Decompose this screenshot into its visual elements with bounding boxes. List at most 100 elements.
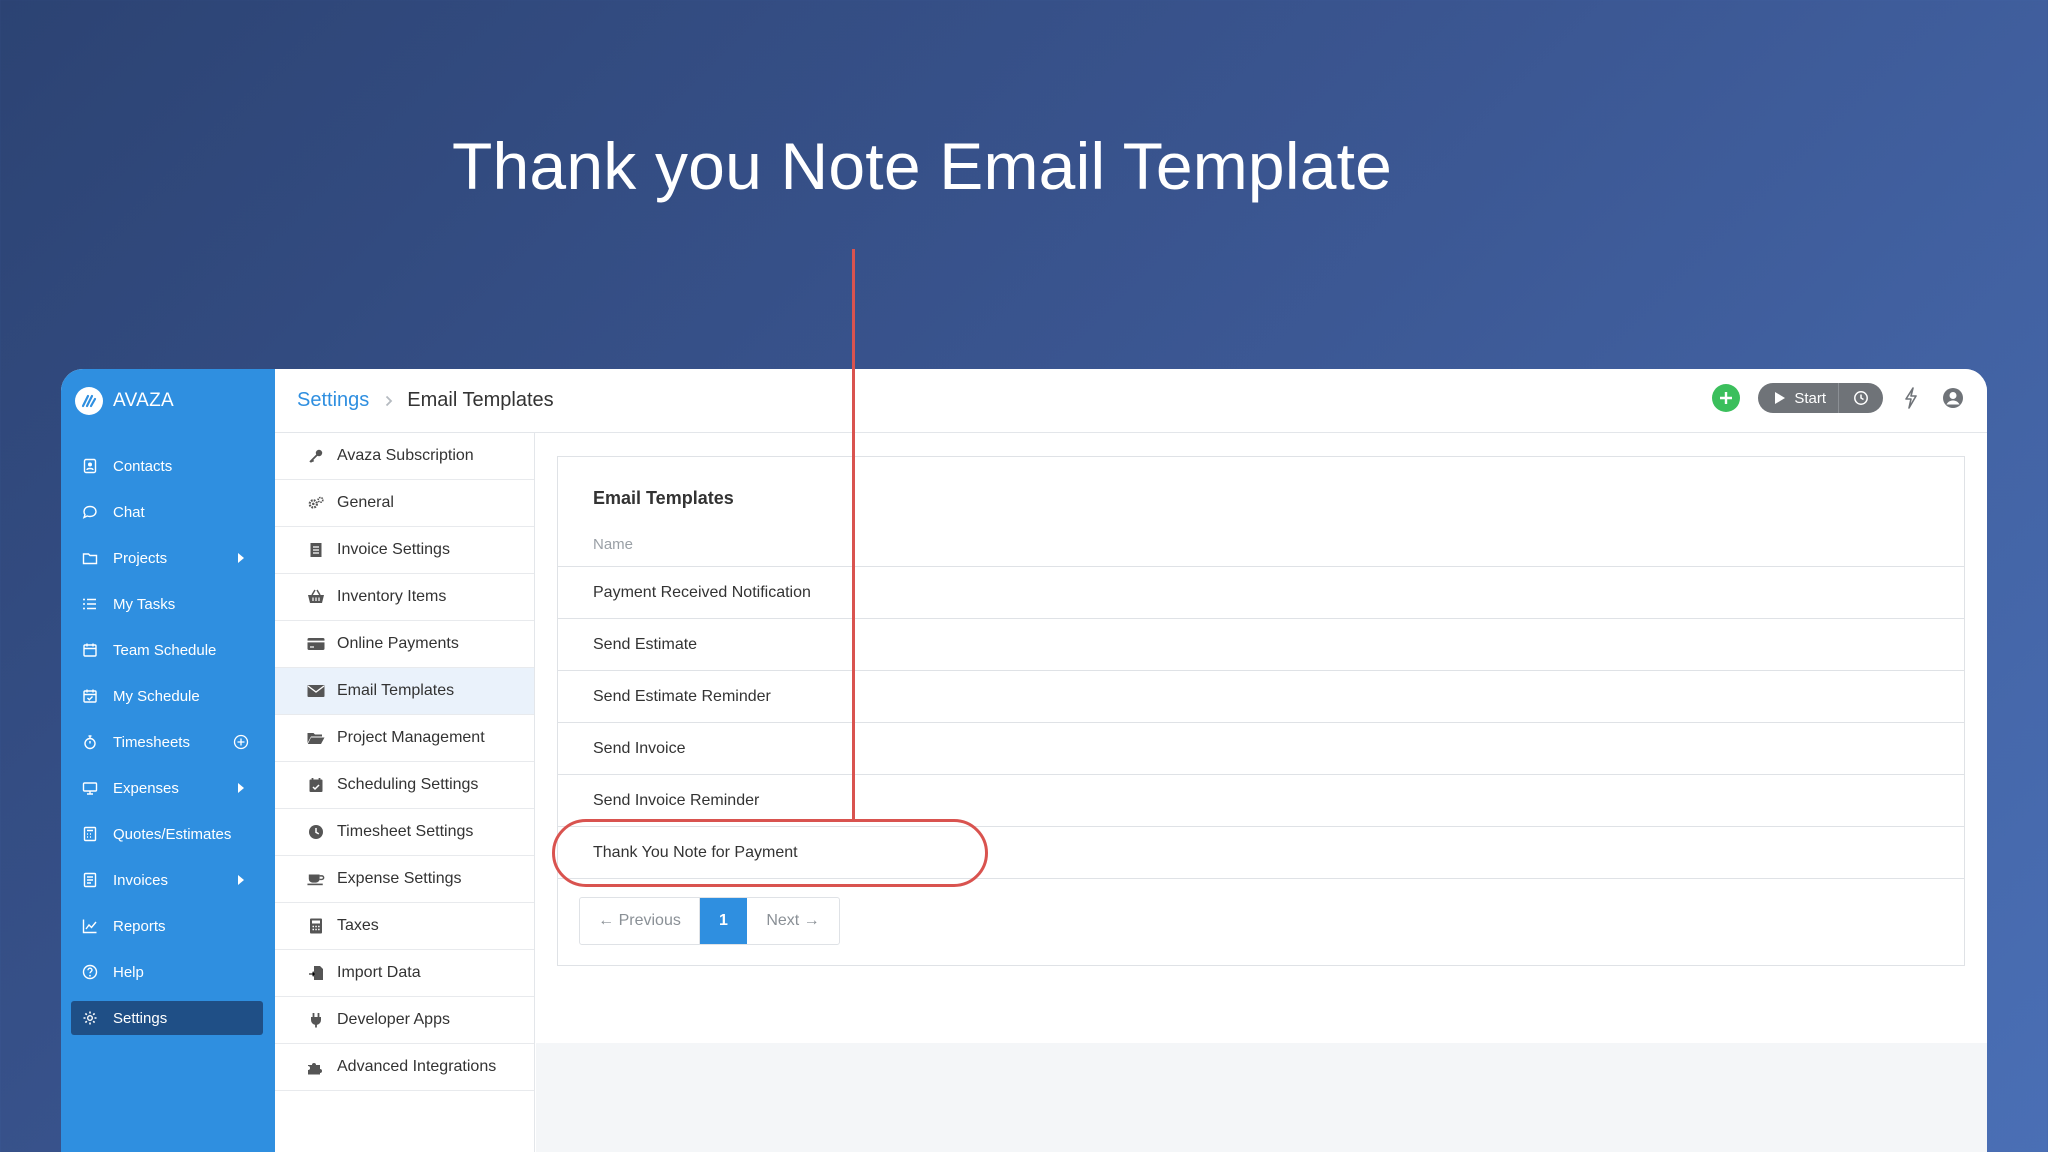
sidebar-item-my-schedule[interactable]: My Schedule — [61, 673, 275, 719]
plus-circle-icon[interactable] — [233, 734, 249, 750]
timer-control: Start — [1758, 383, 1883, 413]
sidebar-item-label: Chat — [113, 503, 145, 521]
play-icon — [1775, 392, 1786, 404]
gear-icon — [81, 1009, 99, 1027]
calculator-icon — [307, 917, 325, 935]
user-avatar-icon[interactable] — [1939, 384, 1967, 412]
next-page-button[interactable]: Next → — [747, 898, 839, 944]
settings-item-email-templates[interactable]: Email Templates — [275, 668, 534, 715]
settings-item-advanced-integrations[interactable]: Advanced Integrations — [275, 1044, 534, 1091]
settings-item-label: Invoice Settings — [337, 541, 450, 558]
sidebar-item-help[interactable]: Help — [61, 949, 275, 995]
app-window: AVAZA Contacts Chat Projects My Tasks Te… — [61, 369, 1987, 1152]
breadcrumb-settings-link[interactable]: Settings — [297, 389, 369, 412]
sidebar-item-expenses[interactable]: Expenses — [61, 765, 275, 811]
settings-item-online-payments[interactable]: Online Payments — [275, 621, 534, 668]
settings-item-import-data[interactable]: Import Data — [275, 950, 534, 997]
settings-item-label: Email Templates — [337, 682, 455, 699]
settings-item-label: Taxes — [337, 917, 379, 934]
settings-item-label: Online Payments — [337, 635, 459, 652]
settings-item-project-management[interactable]: Project Management — [275, 715, 534, 762]
chart-icon — [81, 917, 99, 935]
sidebar-item-label: Quotes/Estimates — [113, 825, 232, 843]
sidebar: AVAZA Contacts Chat Projects My Tasks Te… — [61, 369, 275, 1152]
settings-item-inventory-items[interactable]: Inventory Items — [275, 574, 534, 621]
table-row[interactable]: Payment Received Notification — [558, 567, 1964, 619]
card-title: Email Templates — [593, 488, 734, 508]
sidebar-item-contacts[interactable]: Contacts — [61, 443, 275, 489]
sidebar-item-chat[interactable]: Chat — [61, 489, 275, 535]
contacts-icon — [81, 457, 99, 475]
brand[interactable]: AVAZA — [75, 387, 174, 415]
annotation-highlight — [552, 819, 988, 887]
settings-item-taxes[interactable]: Taxes — [275, 903, 534, 950]
table-row[interactable]: Send Estimate Reminder — [558, 671, 1964, 723]
sidebar-item-invoices[interactable]: Invoices — [61, 857, 275, 903]
annotation-line — [852, 249, 855, 819]
settings-item-label: Project Management — [337, 729, 485, 746]
settings-item-label: Timesheet Settings — [337, 823, 474, 840]
sidebar-item-timesheets[interactable]: Timesheets — [61, 719, 275, 765]
lightning-icon[interactable] — [1897, 384, 1925, 412]
import-icon — [307, 964, 325, 982]
breadcrumb: Settings Email Templates — [297, 389, 554, 412]
settings-item-developer-apps[interactable]: Developer Apps — [275, 997, 534, 1044]
settings-item-label: Avaza Subscription — [337, 447, 474, 464]
quick-add-button[interactable] — [1712, 384, 1741, 412]
previous-page-button[interactable]: ← Previous — [580, 898, 700, 944]
sidebar-item-label: Expenses — [113, 779, 179, 797]
table-row[interactable]: Send Estimate — [558, 619, 1964, 671]
basket-icon — [307, 588, 325, 606]
settings-item-label: Expense Settings — [337, 870, 462, 887]
gears-icon — [307, 494, 325, 512]
sidebar-item-label: My Tasks — [113, 595, 176, 613]
settings-item-scheduling-settings[interactable]: Scheduling Settings — [275, 762, 534, 809]
sidebar-item-settings[interactable]: Settings — [61, 995, 275, 1041]
sidebar-item-quotes-estimates[interactable]: Quotes/Estimates — [61, 811, 275, 857]
chevron-right-icon — [385, 395, 393, 407]
sidebar-item-label: Reports — [113, 917, 166, 935]
settings-item-general[interactable]: General — [275, 480, 534, 527]
settings-item-avaza-subscription[interactable]: Avaza Subscription — [275, 433, 534, 480]
settings-item-label: Scheduling Settings — [337, 776, 479, 793]
settings-item-label: Developer Apps — [337, 1011, 450, 1028]
current-page-button[interactable]: 1 — [700, 898, 747, 944]
sidebar-item-reports[interactable]: Reports — [61, 903, 275, 949]
avaza-logo-icon — [75, 387, 103, 415]
brand-name: AVAZA — [113, 390, 174, 411]
settings-item-label: General — [337, 494, 394, 511]
page-headline: Thank you Note Email Template — [452, 129, 1393, 203]
sidebar-item-team-schedule[interactable]: Team Schedule — [61, 627, 275, 673]
sidebar-item-label: Timesheets — [113, 733, 190, 751]
folder-icon — [81, 549, 99, 567]
settings-item-timesheet-settings[interactable]: Timesheet Settings — [275, 809, 534, 856]
clock-icon[interactable] — [1839, 383, 1883, 413]
sidebar-nav: Contacts Chat Projects My Tasks Team Sch… — [61, 443, 275, 1041]
sidebar-item-label: My Schedule — [113, 687, 200, 705]
envelope-icon — [307, 682, 325, 700]
puzzle-icon — [307, 1058, 325, 1076]
caret-right-icon[interactable] — [233, 550, 249, 566]
folder-open-icon — [307, 729, 325, 747]
credit-card-icon — [307, 635, 325, 653]
sidebar-item-projects[interactable]: Projects — [61, 535, 275, 581]
start-timer-label: Start — [1794, 389, 1826, 407]
caret-right-icon[interactable] — [233, 780, 249, 796]
main-content: Email Templates Name Payment Received No… — [536, 433, 1987, 1152]
settings-item-expense-settings[interactable]: Expense Settings — [275, 856, 534, 903]
key-icon — [307, 447, 325, 465]
calendar-icon — [81, 641, 99, 659]
caret-right-icon[interactable] — [233, 872, 249, 888]
invoice-icon — [81, 871, 99, 889]
column-header-name[interactable]: Name — [593, 536, 633, 553]
settings-item-invoice-settings[interactable]: Invoice Settings — [275, 527, 534, 574]
coffee-icon — [307, 870, 325, 888]
table-row[interactable]: Send Invoice — [558, 723, 1964, 775]
pagination: ← Previous 1 Next → — [579, 897, 840, 945]
expenses-icon — [81, 779, 99, 797]
start-timer-button[interactable]: Start — [1758, 383, 1839, 413]
email-templates-card: Email Templates Name Payment Received No… — [557, 456, 1965, 966]
sidebar-item-my-tasks[interactable]: My Tasks — [61, 581, 275, 627]
settings-item-label: Inventory Items — [337, 588, 447, 605]
sidebar-item-label: Team Schedule — [113, 641, 217, 659]
